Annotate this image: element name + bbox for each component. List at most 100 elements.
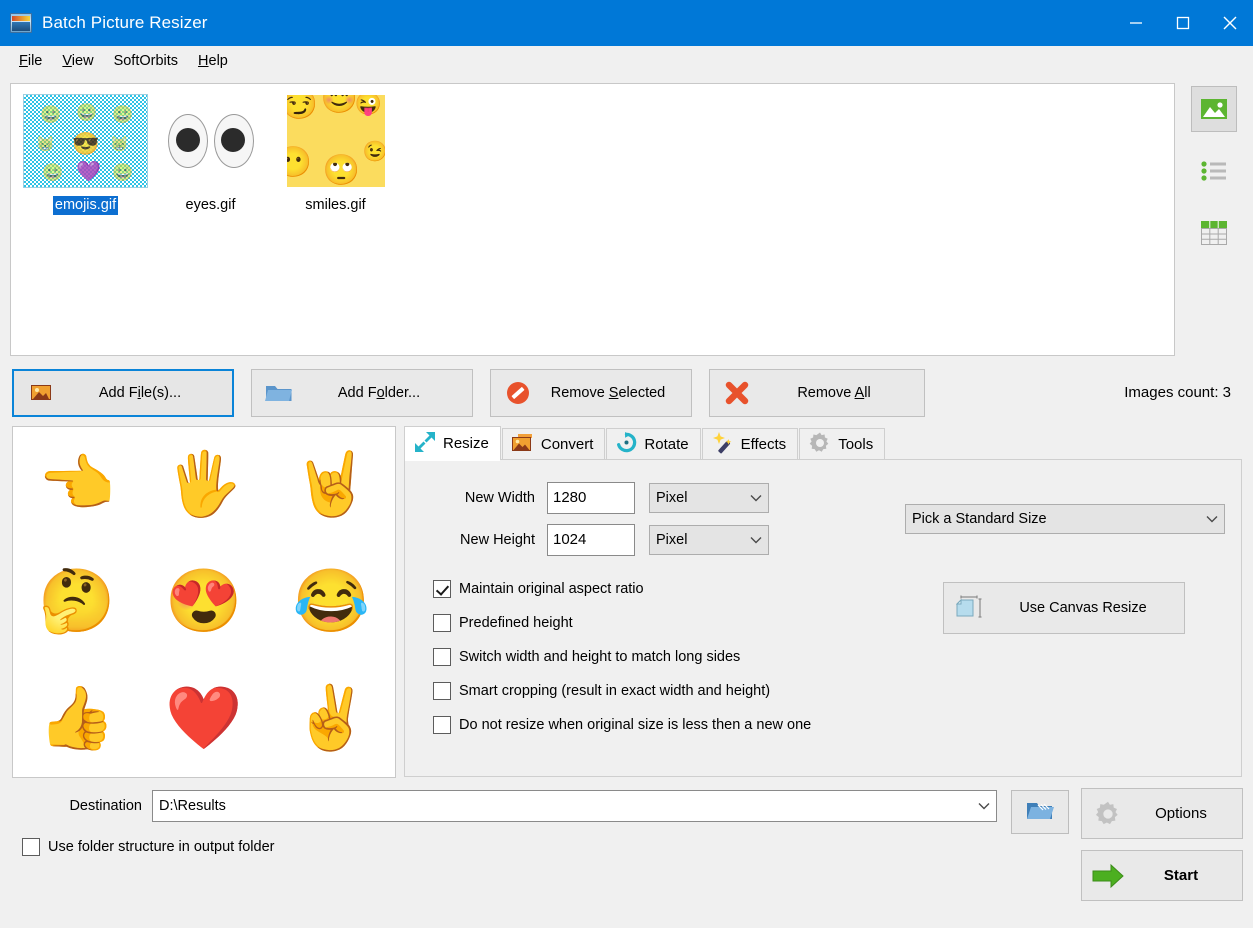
destination-label: Destination: [69, 798, 142, 814]
file-item-smiles[interactable]: 😏 😊 😜 😶 🙄 😉 smiles.gif: [273, 94, 398, 215]
checkbox-row-do-not-resize[interactable]: Do not resize when original size is less…: [433, 716, 943, 734]
new-height-label: New Height: [460, 532, 535, 548]
switch-width-height-checkbox[interactable]: [433, 648, 451, 666]
thumbnail-box: 😀 😀 😀 😸 😎 😸 😀 💜 😀: [23, 94, 148, 188]
list-icon: [1201, 161, 1226, 181]
file-actions-row: Add File(s)... Add Folder... Remove Sele…: [0, 356, 1253, 417]
add-folder-button[interactable]: Add Folder...: [251, 368, 473, 417]
maintain-aspect-ratio-label: Maintain original aspect ratio: [459, 581, 644, 597]
tab-convert[interactable]: Convert: [501, 428, 606, 460]
preview-emoji: 🤘: [292, 450, 370, 520]
remove-selected-label: Remove Selected: [550, 384, 666, 401]
new-height-row: New Height 1024 Pixel: [405, 524, 905, 556]
preview-emoji: 👍: [38, 683, 116, 753]
preview-emoji: 😂: [292, 566, 370, 636]
details-view-button[interactable]: [1191, 210, 1237, 256]
tab-tools[interactable]: Tools: [799, 428, 886, 460]
file-name-label: emojis.gif: [52, 196, 119, 215]
chevron-down-icon: [1206, 516, 1218, 523]
images-count-label: Images count: 3: [1124, 384, 1231, 401]
smart-cropping-checkbox[interactable]: [433, 682, 451, 700]
thumbnail-view-button[interactable]: [1191, 86, 1237, 132]
thumbnail-eyes-icon: [156, 106, 266, 176]
new-height-unit-select[interactable]: Pixel: [649, 525, 769, 555]
folder-icon: [252, 382, 306, 404]
bottom-bar: Destination D:\Results Use folder struct…: [0, 778, 1253, 901]
menu-view-rest: iew: [71, 52, 94, 69]
menu-item-view[interactable]: View: [52, 50, 103, 72]
close-icon[interactable]: [1206, 0, 1253, 46]
thumbnail-box: 😏 😊 😜 😶 🙄 😉: [273, 94, 398, 188]
title-bar: Batch Picture Resizer: [0, 0, 1253, 46]
preview-emoji: ✌️: [292, 683, 370, 753]
tab-resize[interactable]: Resize: [404, 426, 501, 461]
list-view-button[interactable]: [1191, 148, 1237, 194]
canvas-resize-icon: [944, 594, 998, 622]
add-picture-icon: [14, 383, 68, 403]
picture-icon: [1201, 99, 1227, 119]
file-item-eyes[interactable]: eyes.gif: [148, 94, 273, 215]
tab-effects[interactable]: Effects: [701, 428, 799, 460]
preview-emoji: ❤️: [165, 683, 243, 753]
footer-buttons: Options Start: [1081, 788, 1243, 901]
add-folder-label: Add Folder...: [337, 384, 421, 401]
browse-folder-button[interactable]: [1011, 790, 1069, 834]
thumbnail-smiles-icon: 😏 😊 😜 😶 🙄 😉: [286, 95, 385, 187]
tab-resize-label: Resize: [443, 435, 489, 452]
new-width-unit-value: Pixel: [656, 490, 688, 506]
thumbnail-box: [148, 94, 273, 188]
checkbox-row-predefined-height[interactable]: Predefined height: [433, 614, 943, 632]
maximize-icon[interactable]: [1159, 0, 1206, 46]
new-width-input[interactable]: 1280: [547, 482, 635, 514]
standard-size-select[interactable]: Pick a Standard Size: [905, 504, 1225, 534]
minimize-icon[interactable]: [1112, 0, 1159, 46]
tab-rotate[interactable]: Rotate: [606, 428, 701, 460]
new-width-row: New Width 1280 Pixel: [405, 482, 905, 514]
predefined-height-checkbox[interactable]: [433, 614, 451, 632]
window-title: Batch Picture Resizer: [42, 13, 208, 32]
thumbnail-emojis-icon: 😀 😀 😀 😸 😎 😸 😀 💜 😀: [24, 95, 147, 187]
remove-all-button[interactable]: Remove All: [709, 368, 925, 417]
add-files-label: Add File(s)...: [98, 384, 182, 401]
new-height-input[interactable]: 1024: [547, 524, 635, 556]
new-width-unit-select[interactable]: Pixel: [649, 483, 769, 513]
destination-value: D:\Results: [159, 798, 226, 814]
do-not-resize-checkbox[interactable]: [433, 716, 451, 734]
do-not-resize-label: Do not resize when original size is less…: [459, 717, 812, 733]
remove-all-label: Remove All: [797, 384, 871, 401]
settings-tab-pane: Resize Convert Rotate Effects Tools New …: [404, 426, 1242, 778]
use-folder-structure-checkbox[interactable]: [22, 838, 40, 856]
tab-convert-label: Convert: [540, 436, 594, 453]
standard-size-value: Pick a Standard Size: [912, 511, 1047, 527]
maintain-aspect-ratio-checkbox[interactable]: [433, 580, 451, 598]
menu-item-help[interactable]: Help: [188, 50, 238, 72]
options-button[interactable]: Options: [1081, 788, 1243, 839]
menu-item-file[interactable]: File: [9, 50, 52, 72]
use-canvas-resize-button[interactable]: Use Canvas Resize: [943, 582, 1185, 634]
options-label: Options: [1155, 805, 1207, 822]
start-label: Start: [1163, 867, 1199, 884]
file-thumbnail-list[interactable]: 😀 😀 😀 😸 😎 😸 😀 💜 😀 emojis.gif eyes.gif 😏 …: [10, 83, 1175, 356]
preview-emoji: 🤔: [38, 566, 116, 636]
file-item-emojis[interactable]: 😀 😀 😀 😸 😎 😸 😀 💜 😀 emojis.gif: [23, 94, 148, 215]
destination-input[interactable]: D:\Results: [152, 790, 997, 822]
preview-emoji: 👈: [38, 450, 116, 520]
start-button[interactable]: Start: [1081, 850, 1243, 901]
rotate-icon: [615, 431, 638, 458]
green-arrow-icon: [1082, 863, 1134, 889]
checkbox-row-smart-cropping[interactable]: Smart cropping (result in exact width an…: [433, 682, 943, 700]
add-files-button[interactable]: Add File(s)...: [12, 368, 234, 417]
new-width-label: New Width: [464, 490, 535, 506]
view-mode-buttons: [1185, 83, 1243, 356]
checkbox-row-aspect-ratio[interactable]: Maintain original aspect ratio: [433, 580, 943, 598]
tab-rotate-label: Rotate: [644, 436, 689, 453]
convert-picture-icon: [511, 432, 535, 458]
folder-structure-checkbox-row[interactable]: Use folder structure in output folder: [22, 838, 274, 856]
menu-softorbits-label: SoftOrbits: [113, 52, 179, 69]
preview-emoji: 😍: [165, 566, 243, 636]
checkbox-row-switch-wh[interactable]: Switch width and height to match long si…: [433, 648, 943, 666]
remove-selected-button[interactable]: Remove Selected: [490, 368, 692, 417]
menu-item-softorbits[interactable]: SoftOrbits: [104, 50, 188, 72]
tab-effects-label: Effects: [740, 436, 787, 453]
menu-file-rest: ile: [27, 52, 43, 69]
